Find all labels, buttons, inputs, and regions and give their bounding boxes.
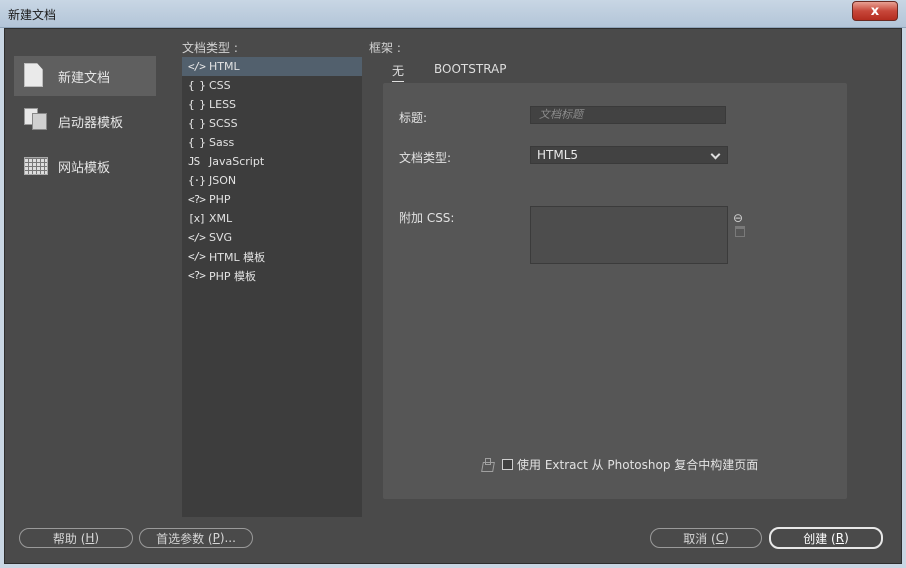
doc-type-item-scss[interactable]: { } SCSS — [182, 114, 362, 133]
attached-css-list[interactable] — [530, 206, 728, 264]
photoshop-extract-label[interactable]: 使用 Extract 从 Photoshop 复合中构建页面 — [517, 456, 758, 473]
button-accelerator: P — [212, 531, 220, 545]
dialog-body: 新建文档 启动器模板 网站模板 文档类型 : </> HTML { } CSS { … — [4, 28, 902, 564]
list-item-label: HTML 模板 — [209, 250, 266, 264]
php-icon: <?> — [188, 193, 206, 206]
site-template-icon — [24, 153, 48, 179]
button-text-end: )... — [219, 531, 236, 545]
doc-type-heading: 文档类型 : — [182, 41, 238, 55]
code-icon: </> — [188, 60, 206, 73]
window-title: 新建文档 — [8, 8, 57, 22]
title-bar: 新建文档 x — [0, 0, 906, 28]
list-item-label: XML — [209, 212, 233, 225]
list-item-label: JavaScript — [209, 155, 265, 168]
cancel-button[interactable]: 取消 (C) — [650, 528, 762, 548]
braces-icon: { } — [188, 98, 206, 111]
close-icon: x — [870, 3, 880, 19]
doc-type-list: </> HTML { } CSS { } LESS { } SCSS { } Sass J… — [182, 57, 362, 517]
framework-panel: 标题: 文档标题 文档类型: HTML5 附加 CSS: ⊖ 使用 Extrac… — [383, 83, 847, 499]
doc-type-item-css[interactable]: { } CSS — [182, 76, 362, 95]
button-text: 首选参数 ( — [156, 531, 213, 546]
doctype-label: 文档类型: — [399, 151, 452, 165]
doc-type-item-html[interactable]: </> HTML — [182, 57, 362, 76]
document-icon — [24, 63, 48, 89]
xml-icon: [x] — [188, 212, 206, 225]
list-item-label: PHP 模板 — [209, 269, 257, 283]
extract-icon — [480, 457, 494, 472]
json-icon: {·} — [188, 174, 206, 187]
photoshop-extract-checkbox[interactable] — [502, 459, 513, 470]
nav-item-label: 网站模板 — [58, 160, 111, 176]
button-text-end: ) — [844, 531, 849, 545]
list-item-label: LESS — [209, 98, 237, 111]
framework-heading: 框架 : — [369, 41, 401, 55]
nav-item-site-templates[interactable]: 网站模板 — [14, 146, 156, 186]
list-item-label: SCSS — [209, 117, 238, 130]
nav-item-label: 启动器模板 — [58, 115, 124, 131]
doc-type-item-svg[interactable]: </> SVG — [182, 228, 362, 247]
doc-type-item-javascript[interactable]: JS JavaScript — [182, 152, 362, 171]
braces-icon: { } — [188, 136, 206, 149]
braces-icon: { } — [188, 79, 206, 92]
css-label: 附加 CSS: — [399, 211, 455, 225]
code-icon: </> — [188, 250, 206, 263]
php-icon: <?> — [188, 269, 206, 282]
help-button[interactable]: 帮助 (H) — [19, 528, 133, 548]
nav-item-starter-templates[interactable]: 启动器模板 — [14, 101, 156, 141]
close-button[interactable]: x — [852, 1, 898, 21]
button-text-end: ) — [94, 531, 100, 545]
button-text: 创建 ( — [803, 531, 836, 546]
trash-icon[interactable] — [735, 226, 745, 237]
list-item-label: HTML — [209, 60, 240, 73]
title-label: 标题: — [399, 111, 428, 125]
chevron-down-icon — [710, 149, 721, 160]
list-item-label: CSS — [209, 79, 231, 92]
button-text: 帮助 ( — [52, 531, 86, 546]
nav-item-label: 新建文档 — [58, 70, 111, 86]
doc-type-item-php[interactable]: <?> PHP — [182, 190, 362, 209]
doc-type-item-less[interactable]: { } LESS — [182, 95, 362, 114]
photoshop-extract-row: 使用 Extract 从 Photoshop 复合中构建页面 — [480, 456, 758, 473]
doc-type-item-php-template[interactable]: <?> PHP 模板 — [182, 266, 362, 285]
list-item-label: PHP — [209, 193, 231, 206]
doc-type-item-html-template[interactable]: </> HTML 模板 — [182, 247, 362, 266]
button-accelerator: H — [85, 531, 95, 545]
doc-type-item-xml[interactable]: [x] XML — [182, 209, 362, 228]
nav-item-new-document[interactable]: 新建文档 — [14, 56, 156, 96]
button-accelerator: C — [715, 531, 725, 545]
javascript-icon: JS — [188, 155, 200, 168]
doctype-value: HTML5 — [537, 148, 579, 162]
list-item-label: Sass — [209, 136, 235, 149]
braces-icon: { } — [188, 117, 206, 130]
tab-bootstrap[interactable]: BOOTSTRAP — [434, 62, 507, 76]
doc-type-item-sass[interactable]: { } Sass — [182, 133, 362, 152]
list-item-label: SVG — [209, 231, 233, 244]
starter-template-icon — [24, 108, 48, 134]
doc-type-item-json[interactable]: {·} JSON — [182, 171, 362, 190]
tab-none[interactable]: 无 — [392, 62, 405, 82]
code-icon: </> — [188, 231, 206, 244]
link-icon[interactable]: ⊖ — [733, 211, 743, 225]
button-accelerator: R — [835, 531, 845, 545]
list-item-label: JSON — [209, 174, 237, 187]
create-button[interactable]: 创建 (R) — [769, 527, 883, 549]
preferences-button[interactable]: 首选参数 (P)... — [139, 528, 253, 548]
button-text: 取消 ( — [683, 531, 716, 546]
button-text-end: ) — [724, 531, 729, 545]
doctype-select[interactable]: HTML5 — [530, 146, 728, 164]
title-input[interactable]: 文档标题 — [530, 106, 726, 124]
